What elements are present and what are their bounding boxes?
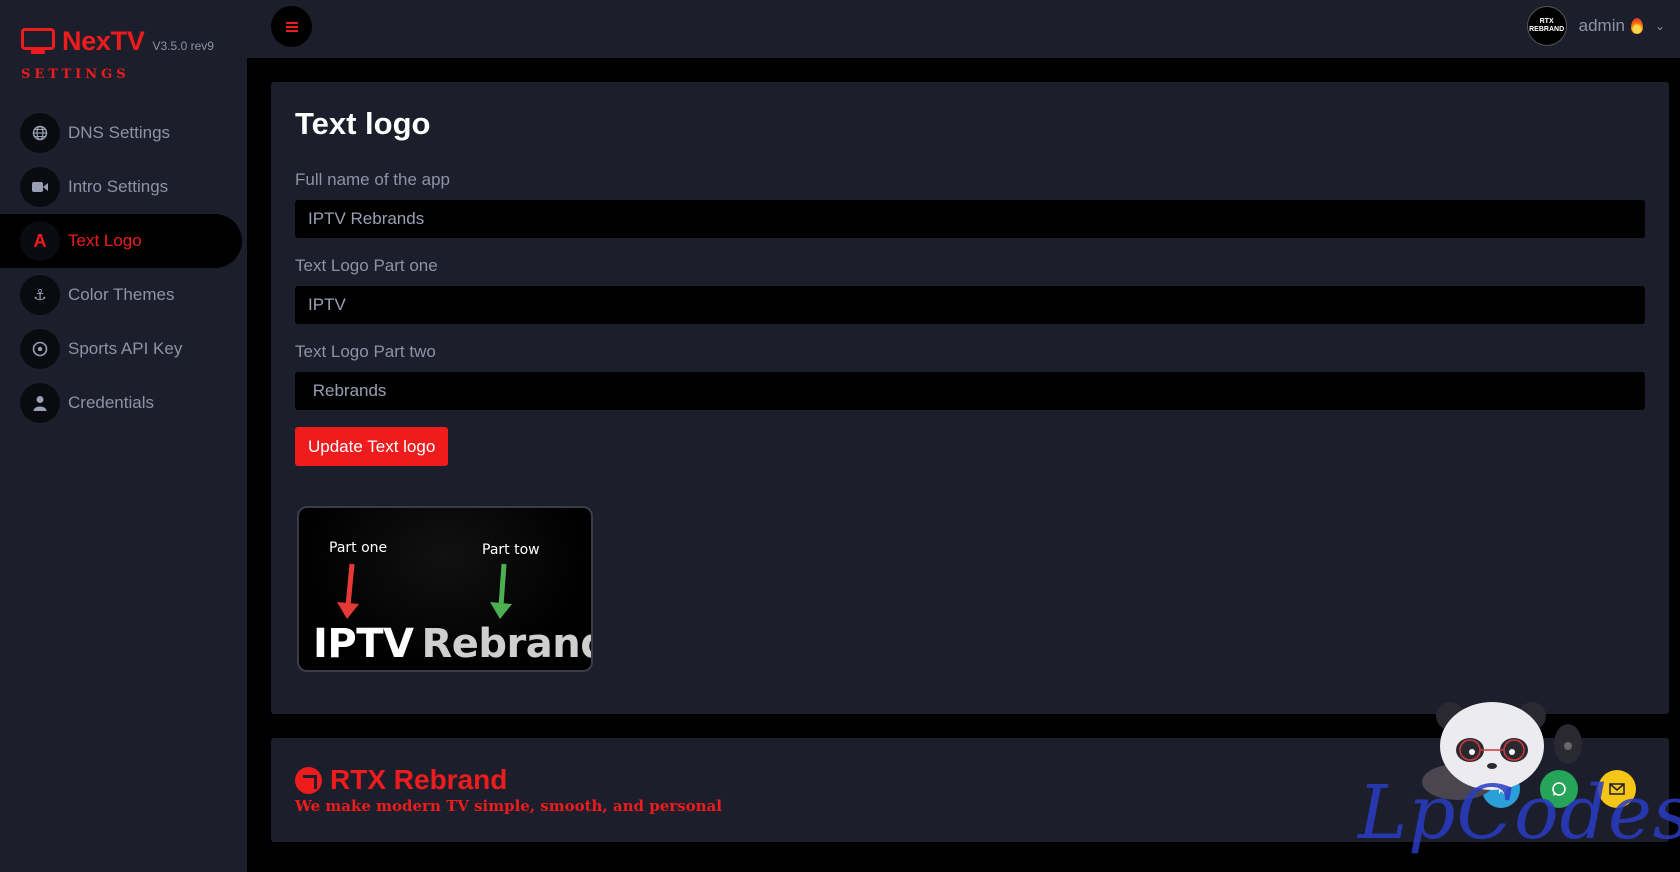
full-name-input[interactable]: [295, 200, 1645, 238]
update-text-logo-button[interactable]: Update Text logo: [295, 427, 449, 466]
watermark-text: LpCodes: [1358, 770, 1680, 856]
globe-icon: [20, 113, 60, 153]
chevron-down-icon: ⌄: [1654, 19, 1665, 33]
brand[interactable]: NexTV V3.5.0 rev9: [21, 24, 214, 57]
preview-part-one: IPTV: [313, 621, 414, 667]
soccer-ball-icon: [20, 329, 60, 369]
part-one-input[interactable]: [295, 286, 1645, 324]
part-one-caption: Part one: [329, 540, 388, 556]
part-one-label: Text Logo Part one: [295, 256, 438, 275]
sidebar-item-label: Sports API Key: [68, 339, 183, 358]
avatar: RTX REBRAND: [1526, 6, 1567, 46]
brand-subtitle: SETTINGS: [21, 67, 130, 82]
sidebar-item-dns-settings[interactable]: DNS Settings: [0, 106, 242, 160]
user-menu[interactable]: RTX REBRAND admin ⌄: [1526, 6, 1665, 46]
sidebar-item-label: Text Logo: [68, 231, 142, 250]
sidebar-item-label: Intro Settings: [68, 177, 169, 196]
hamburger-icon: [285, 25, 298, 28]
part-two-input[interactable]: [295, 372, 1645, 410]
full-name-label: Full name of the app: [295, 170, 450, 189]
video-camera-icon: [20, 167, 60, 207]
footer-title: RTX Rebrand: [295, 764, 507, 796]
sidebar-item-color-themes[interactable]: ⚓ Color Themes: [0, 268, 242, 322]
topbar: RTX REBRAND admin ⌄: [247, 0, 1680, 58]
red-arrow-icon: [337, 563, 359, 619]
footer-title-text: RTX Rebrand: [330, 764, 508, 795]
flame-icon: [1630, 18, 1643, 34]
logo-preview-image: Part one Part tow IPTVRebrands: [297, 506, 593, 672]
preview-part-two: Rebrands: [421, 621, 591, 667]
sidebar-item-label: Credentials: [68, 393, 154, 412]
footer-tagline: We make modern TV simple, smooth, and pe…: [295, 797, 722, 815]
sidebar-item-intro-settings[interactable]: Intro Settings: [0, 160, 242, 214]
user-name: admin: [1578, 16, 1625, 35]
part-two-caption: Part tow: [482, 542, 540, 558]
sidebar-item-credentials[interactable]: Credentials: [0, 376, 242, 430]
preview-logo-text: IPTVRebrands: [313, 621, 591, 667]
page-title: Text logo: [295, 106, 431, 141]
part-two-label: Text Logo Part two: [295, 342, 436, 361]
tv-icon: [21, 28, 55, 54]
menu-toggle-button[interactable]: [271, 6, 312, 47]
sidebar-item-sports-api-key[interactable]: Sports API Key: [0, 322, 242, 376]
text-logo-card: Text logo Full name of the app Text Logo…: [271, 82, 1669, 714]
brand-name: NexTV: [62, 26, 145, 56]
green-arrow-icon: [490, 563, 512, 619]
compass-icon: [295, 766, 322, 794]
letter-a-icon: A: [20, 221, 60, 261]
sidebar: NexTV V3.5.0 rev9 SETTINGS DNS Settings …: [0, 0, 247, 872]
brand-version: V3.5.0 rev9: [152, 39, 214, 53]
sidebar-item-text-logo[interactable]: A Text Logo: [0, 214, 242, 268]
sidebar-nav: DNS Settings Intro Settings A Text Logo …: [0, 106, 247, 430]
sidebar-item-label: Color Themes: [68, 285, 175, 304]
user-icon: [20, 383, 60, 423]
sidebar-item-label: DNS Settings: [68, 123, 171, 142]
anchor-icon: ⚓: [20, 275, 60, 315]
